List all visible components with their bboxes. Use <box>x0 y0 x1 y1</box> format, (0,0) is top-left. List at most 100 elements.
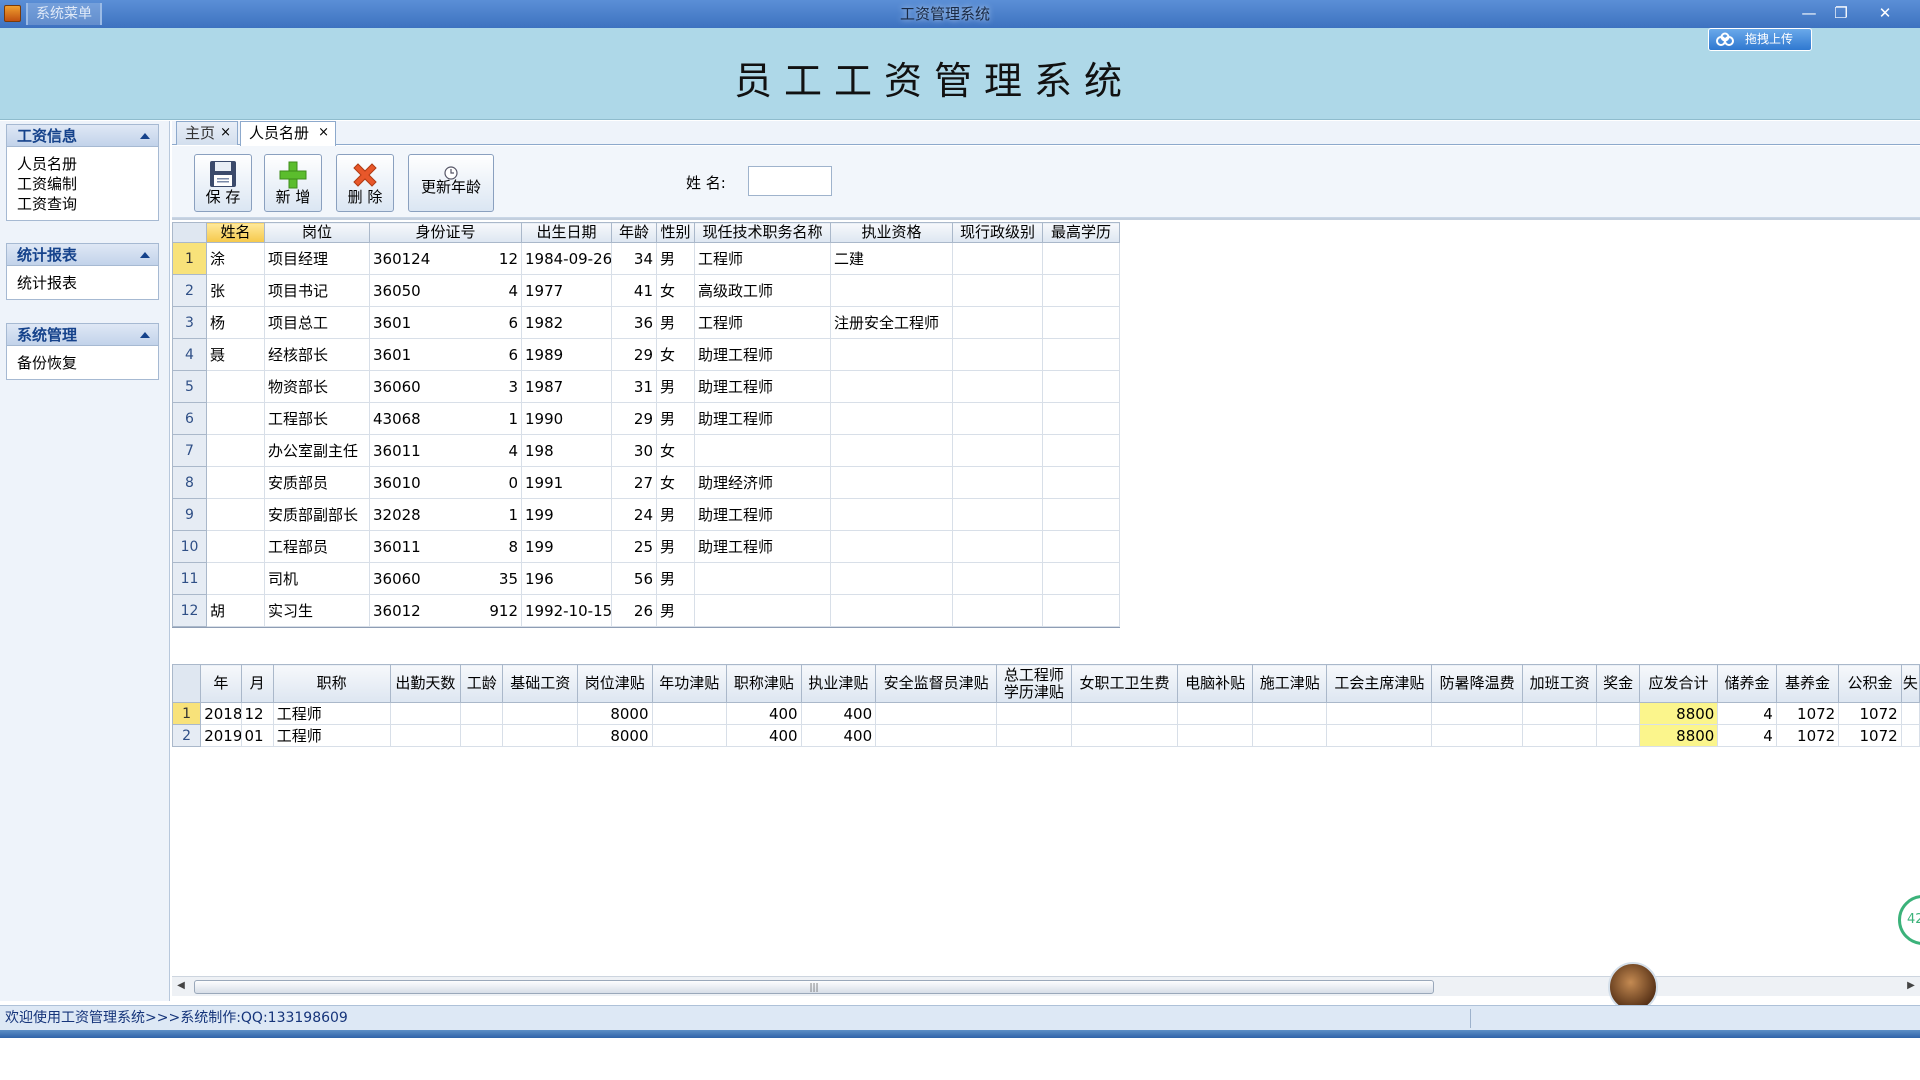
cell-qualification[interactable] <box>830 402 953 435</box>
cell-tech-title[interactable]: 助理工程师 <box>694 498 831 531</box>
column-header[interactable]: 应发合计 <box>1638 664 1719 703</box>
tab-home[interactable]: 主页 × <box>176 121 238 145</box>
table-cell[interactable] <box>502 702 578 725</box>
cell-education[interactable] <box>1042 594 1120 627</box>
table-cell[interactable] <box>1177 702 1253 725</box>
table-row[interactable]: 1 涂项目经理 360124 12 1984-09-26 34 男工程师 二建 <box>172 242 1120 275</box>
nav-item-payroll-compile[interactable]: 工资编制 <box>17 174 158 194</box>
cell-age[interactable]: 34 <box>611 242 657 275</box>
table-row[interactable]: 8 安质部员 36010 0 1991 27 女助理经济师 <box>172 466 1120 499</box>
table-cell[interactable] <box>1251 702 1328 725</box>
collapse-caret-icon[interactable] <box>140 133 150 139</box>
table-cell[interactable]: 400 <box>726 724 802 747</box>
cell-admin-level[interactable] <box>952 242 1043 275</box>
table-cell[interactable] <box>1596 702 1640 725</box>
row-number[interactable]: 8 <box>172 466 207 499</box>
table-cell[interactable]: 1072 <box>1775 702 1840 725</box>
cell-admin-level[interactable] <box>952 594 1043 627</box>
column-header[interactable]: 执业津贴 <box>800 664 877 703</box>
row-number[interactable]: 1 <box>171 702 202 725</box>
cell-qualification[interactable] <box>830 338 953 371</box>
cell-post[interactable]: 实习生 <box>264 594 370 627</box>
table-cell[interactable] <box>996 702 1072 725</box>
cell-education[interactable] <box>1042 466 1120 499</box>
cell-sex[interactable]: 女 <box>656 338 695 371</box>
cell-age[interactable]: 29 <box>611 338 657 371</box>
column-header[interactable]: 职称津贴 <box>726 664 802 703</box>
cell-tech-title[interactable]: 助理工程师 <box>694 530 831 563</box>
cell-sex[interactable]: 男 <box>656 498 695 531</box>
cell-education[interactable] <box>1042 306 1120 339</box>
cell-age[interactable]: 27 <box>611 466 657 499</box>
cell-qualification[interactable] <box>830 370 953 403</box>
nav-group-header[interactable]: 系统管理 <box>7 324 158 346</box>
column-header[interactable]: 出生日期 <box>521 222 612 243</box>
cell-qualification[interactable] <box>830 466 953 499</box>
cell-age[interactable]: 31 <box>611 370 657 403</box>
restore-button[interactable]: ❐ <box>1826 2 1856 24</box>
cell-tech-title[interactable]: 高级政工师 <box>694 274 831 307</box>
cell-name[interactable]: 杨 <box>206 306 265 339</box>
column-header[interactable]: 奖金 <box>1596 664 1640 703</box>
cell-birth-date[interactable]: 199 <box>521 530 612 563</box>
cell-birth-date[interactable]: 198 <box>521 434 612 467</box>
cell-qualification[interactable] <box>830 434 953 467</box>
cell-name[interactable] <box>206 530 265 563</box>
cell-age[interactable]: 24 <box>611 498 657 531</box>
drag-upload-button[interactable]: 拖拽上传 <box>1708 28 1812 51</box>
row-number[interactable]: 10 <box>172 530 207 563</box>
close-tab-icon[interactable]: × <box>220 122 231 144</box>
column-header[interactable]: 总工程师 学历津贴 <box>996 664 1072 703</box>
cell-qualification[interactable] <box>830 274 953 307</box>
table-row[interactable]: 4 聂经核部长 3601 6 1989 29 女助理工程师 <box>172 338 1120 371</box>
cell-birth-date[interactable]: 1977 <box>521 274 612 307</box>
table-cell[interactable]: 400 <box>800 724 877 747</box>
cell-admin-level[interactable] <box>952 498 1043 531</box>
cell-birth-date[interactable]: 1991 <box>521 466 612 499</box>
table-row[interactable]: 12 胡实习生 36012 912 1992-10-15 26 男 <box>172 594 1120 627</box>
table-cell[interactable] <box>1326 724 1433 747</box>
cell-age[interactable]: 29 <box>611 402 657 435</box>
cell-admin-level[interactable] <box>952 370 1043 403</box>
cell-qualification[interactable] <box>830 562 953 595</box>
table-row[interactable]: 1 2018 12 工程师 8000 400 400 8800 4 1072 1072 <box>171 702 1920 725</box>
cell-name[interactable] <box>206 466 265 499</box>
cell-id-number[interactable]: 36012 912 <box>369 594 522 627</box>
table-cell[interactable] <box>1070 702 1179 725</box>
column-header[interactable]: 现行政级别 <box>952 222 1043 243</box>
add-button[interactable]: 新 增 <box>264 154 322 212</box>
save-button[interactable]: 保 存 <box>194 154 252 212</box>
table-cell[interactable]: 8000 <box>576 724 653 747</box>
cell-post[interactable]: 工程部长 <box>264 402 370 435</box>
row-number[interactable]: 1 <box>172 242 207 275</box>
select-all-corner[interactable] <box>172 222 207 243</box>
table-cell[interactable] <box>996 724 1072 747</box>
table-cell[interactable]: 8800 <box>1638 724 1719 747</box>
cell-birth-date[interactable]: 1990 <box>521 402 612 435</box>
cell-id-number[interactable]: 360124 12 <box>369 242 522 275</box>
table-cell[interactable]: 8800 <box>1638 702 1719 725</box>
column-header[interactable]: 年龄 <box>611 222 657 243</box>
column-header[interactable]: 性别 <box>656 222 695 243</box>
row-number[interactable]: 7 <box>172 434 207 467</box>
cell-post[interactable]: 物资部长 <box>264 370 370 403</box>
cell-id-number[interactable]: 36011 8 <box>369 530 522 563</box>
cell-sex[interactable]: 男 <box>656 594 695 627</box>
table-row[interactable]: 3 杨项目总工 3601 6 1982 36 男工程师 注册安全工程师 <box>172 306 1120 339</box>
scroll-thumb[interactable]: ||| <box>194 980 1434 994</box>
column-header[interactable]: 电脑补贴 <box>1177 664 1253 703</box>
table-row[interactable]: 10 工程部员 36011 8 199 25 男助理工程师 <box>172 530 1120 563</box>
cell-education[interactable] <box>1042 562 1120 595</box>
cell-id-number[interactable]: 3601 6 <box>369 306 522 339</box>
cell-sex[interactable]: 男 <box>656 530 695 563</box>
column-header[interactable]: 岗位 <box>264 222 370 243</box>
table-cell[interactable]: 12 <box>240 702 274 725</box>
nav-item-roster[interactable]: 人员名册 <box>17 154 158 174</box>
nav-group-header[interactable]: 统计报表 <box>7 244 158 266</box>
column-header[interactable]: 防暑降温费 <box>1431 664 1523 703</box>
cell-sex[interactable]: 女 <box>656 466 695 499</box>
cell-sex[interactable]: 男 <box>656 370 695 403</box>
cell-age[interactable]: 36 <box>611 306 657 339</box>
cell-tech-title[interactable]: 助理工程师 <box>694 338 831 371</box>
cell-name[interactable] <box>206 402 265 435</box>
